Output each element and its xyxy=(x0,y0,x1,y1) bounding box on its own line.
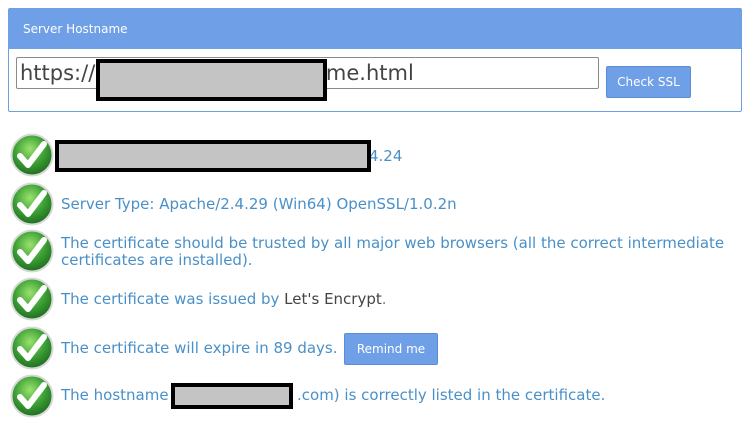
result-text-suffix: 4.24 xyxy=(369,147,403,165)
issuer-prefix: The certificate was issued by xyxy=(61,290,285,308)
result-row-server-type: Server Type: Apache/2.4.29 (Win64) OpenS… xyxy=(10,182,745,226)
server-type-text: Server Type: Apache/2.4.29 (Win64) OpenS… xyxy=(61,195,457,213)
result-row-issuer: The certificate was issued by Let's Encr… xyxy=(10,277,745,321)
issuer-text: The certificate was issued by Let's Encr… xyxy=(61,290,387,309)
hostname-prefix: The hostname xyxy=(61,386,169,404)
result-row-hostname-listed: The hostname .com) is correctly listed i… xyxy=(10,374,745,418)
hostname-suffix: .com) is correctly listed in the certifi… xyxy=(297,386,606,404)
trusted-text-line2: certificates are installed). xyxy=(61,251,253,269)
issuer-name: Let's Encrypt xyxy=(284,290,382,308)
check-circle-icon xyxy=(10,182,54,226)
issuer-suffix: . xyxy=(381,290,387,308)
result-row-trusted: The certificate should be trusted by all… xyxy=(10,229,745,273)
remind-me-button[interactable]: Remind me xyxy=(344,333,438,365)
expiry-text: The certificate will expire in 89 days. xyxy=(61,339,338,357)
redacted-hostname-inline xyxy=(171,383,293,409)
check-circle-icon xyxy=(10,374,54,418)
check-circle-icon xyxy=(10,277,54,321)
check-circle-icon xyxy=(10,229,54,273)
redacted-hostname-box xyxy=(96,59,327,101)
check-circle-icon xyxy=(10,133,54,177)
panel-title: Server Hostname xyxy=(9,9,741,49)
check-circle-icon xyxy=(10,326,54,370)
redacted-ip-box xyxy=(55,140,371,172)
check-ssl-button[interactable]: Check SSL xyxy=(606,66,691,98)
